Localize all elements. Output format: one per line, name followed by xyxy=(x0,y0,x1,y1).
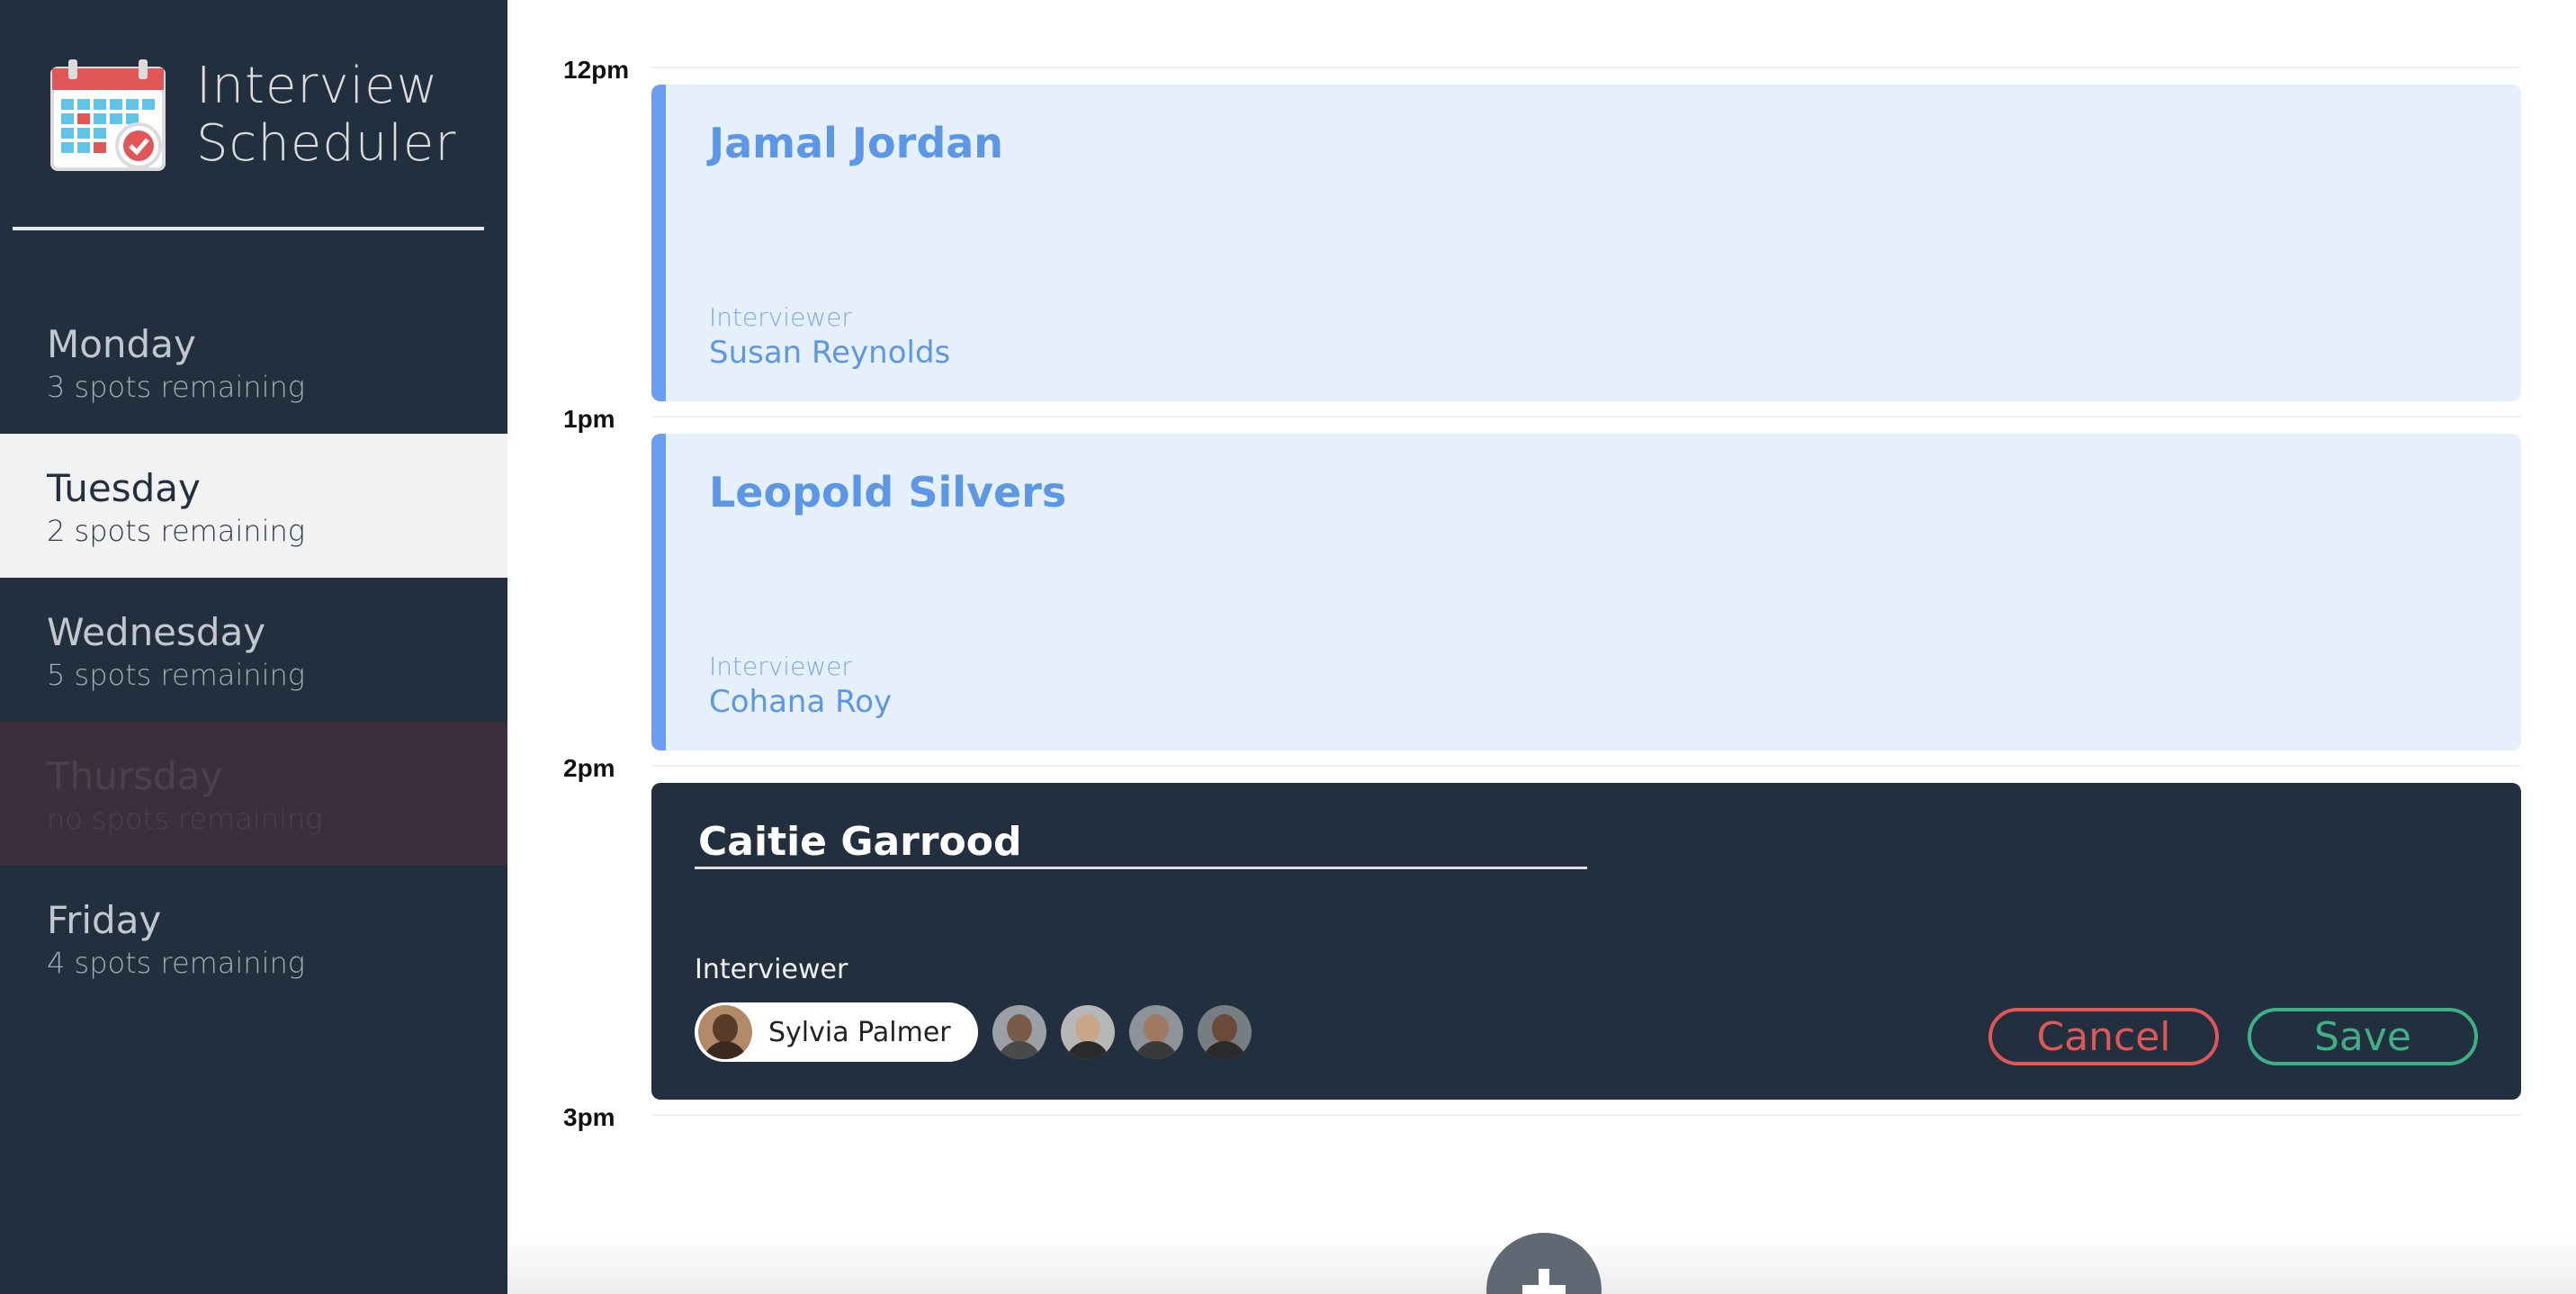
interviewer-label: Interviewer xyxy=(709,651,852,681)
interviewer-name: Sylvia Palmer xyxy=(768,1016,951,1048)
student-name: Leopold Silvers xyxy=(709,468,1067,517)
day-name: Wednesday xyxy=(47,610,266,654)
interviewer-name: Cohana Roy xyxy=(709,684,893,720)
appointment-card[interactable]: Jamal Jordan Interviewer Susan Reynolds xyxy=(651,85,2521,401)
interviewer-option-selected[interactable]: Sylvia Palmer xyxy=(695,1002,978,1062)
student-name-input[interactable] xyxy=(695,817,1587,869)
time-label: 12pm xyxy=(563,56,630,84)
app-title-line1: Interview xyxy=(196,57,439,115)
day-item-friday[interactable]: Friday 4 spots remaining xyxy=(0,866,507,1010)
hour-divider xyxy=(651,416,2521,418)
hour-divider xyxy=(651,67,2521,68)
day-spots: 4 spots remaining xyxy=(47,946,305,980)
time-label: 3pm xyxy=(563,1103,615,1131)
day-name: Monday xyxy=(47,322,196,366)
day-name: Tuesday xyxy=(47,466,201,510)
day-item-thursday[interactable]: Thursday no spots remaining xyxy=(0,722,507,866)
avatar xyxy=(698,1005,752,1059)
interviewer-label: Interviewer xyxy=(709,302,852,332)
interviewer-list: Sylvia Palmer xyxy=(695,1002,1252,1062)
interviewer-name: Susan Reynolds xyxy=(709,335,951,371)
day-spots: 2 spots remaining xyxy=(47,514,305,548)
day-spots: 3 spots remaining xyxy=(47,370,305,404)
interviewer-avatar[interactable] xyxy=(992,1005,1046,1059)
appointment-card[interactable]: Leopold Silvers Interviewer Cohana Roy xyxy=(651,434,2521,750)
app-title-line2: Scheduler xyxy=(196,114,457,173)
interviewer-avatar[interactable] xyxy=(1060,1005,1115,1059)
day-name: Thursday xyxy=(47,754,223,798)
app-title: Interview Scheduler xyxy=(196,58,456,173)
hour-divider xyxy=(651,765,2521,767)
interviewer-label: Interviewer xyxy=(695,954,848,985)
day-item-tuesday[interactable]: Tuesday 2 spots remaining xyxy=(0,434,507,578)
cancel-button[interactable]: Cancel xyxy=(1988,1008,2219,1065)
day-list: Monday 3 spots remaining Tuesday 2 spots… xyxy=(0,290,507,1010)
day-name: Friday xyxy=(47,898,162,942)
day-item-monday[interactable]: Monday 3 spots remaining xyxy=(0,290,507,434)
day-item-wednesday[interactable]: Wednesday 5 spots remaining xyxy=(0,578,507,722)
appointment-form: Interviewer Sylvia Palmer Cancel Save xyxy=(651,783,2521,1100)
interviewer-avatar[interactable] xyxy=(1128,1005,1183,1059)
time-label: 1pm xyxy=(563,405,615,433)
interviewer-avatar[interactable] xyxy=(1197,1005,1252,1059)
sidebar-divider xyxy=(13,227,484,230)
save-button[interactable]: Save xyxy=(2248,1008,2478,1065)
student-name: Jamal Jordan xyxy=(709,119,1004,167)
time-label: 2pm xyxy=(563,754,615,782)
calendar-check-icon xyxy=(50,59,166,171)
day-spots: no spots remaining xyxy=(47,802,323,836)
app-logo: Interview Scheduler xyxy=(49,56,498,182)
sidebar: Interview Scheduler Monday 3 spots remai… xyxy=(0,0,507,1294)
hour-divider xyxy=(651,1114,2521,1116)
day-spots: 5 spots remaining xyxy=(47,658,305,692)
